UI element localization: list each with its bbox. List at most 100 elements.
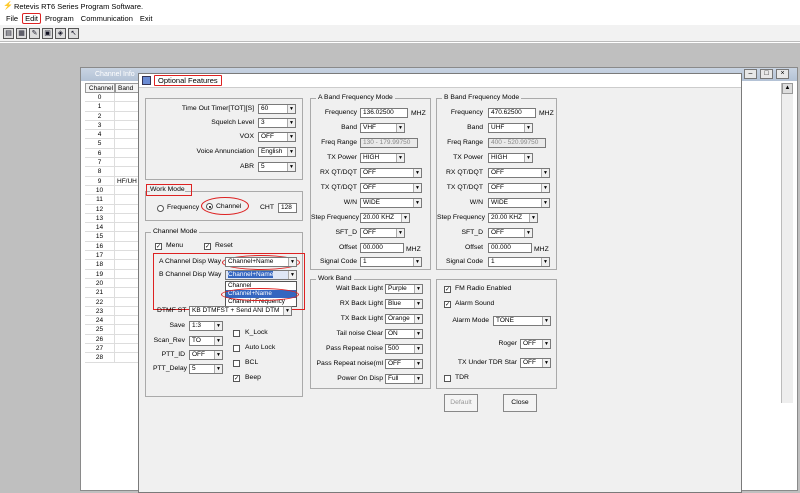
tx-light-select[interactable]: Orange ▼ xyxy=(385,314,423,324)
tdr-star-select[interactable]: OFF ▼ xyxy=(520,358,551,368)
alarm-mode-select[interactable]: TONE ▼ xyxy=(493,316,551,326)
menu-edit[interactable]: Edit xyxy=(22,13,42,24)
channel-radio-label[interactable]: Channel xyxy=(216,203,241,210)
a-disp-select[interactable]: Channel+Name ▼ xyxy=(225,257,297,267)
tot-select[interactable]: 60 ▼ xyxy=(258,104,296,114)
channel-number-cell[interactable]: 7 xyxy=(85,158,115,168)
reset-checkbox-label[interactable]: Reset xyxy=(215,242,233,249)
b-power-select[interactable]: HIGH ▼ xyxy=(488,153,533,163)
minimize-icon[interactable]: – xyxy=(744,69,757,79)
b-step-select[interactable]: 20.00 KHZ ▼ xyxy=(488,213,538,223)
menu-communication[interactable]: Communication xyxy=(78,13,136,24)
k-lock-checkbox[interactable] xyxy=(233,330,240,337)
b-sft-select[interactable]: OFF ▼ xyxy=(488,228,533,238)
squelch-select[interactable]: 3 ▼ xyxy=(258,118,296,128)
ptt-id-select[interactable]: OFF ▼ xyxy=(189,350,223,360)
channel-number-cell[interactable]: 6 xyxy=(85,148,115,159)
write-radio-icon[interactable]: ◈ xyxy=(55,27,66,39)
beep-label[interactable]: Beep xyxy=(245,374,261,381)
cht-field[interactable]: 128 xyxy=(278,203,297,213)
tail-noise-select[interactable]: ON ▼ xyxy=(385,329,423,339)
alarm-sound-label[interactable]: Alarm Sound xyxy=(455,300,494,307)
auto-lock-checkbox[interactable] xyxy=(233,345,240,352)
menu-exit[interactable]: Exit xyxy=(137,13,156,24)
b-tx-select[interactable]: OFF ▼ xyxy=(488,183,550,193)
table-row[interactable]: 23 xyxy=(85,306,141,317)
channel-number-cell[interactable]: 4 xyxy=(85,130,115,140)
menu-checkbox[interactable]: ✓ xyxy=(155,243,162,250)
a-rx-select[interactable]: OFF ▼ xyxy=(360,168,422,178)
table-row[interactable]: 11 xyxy=(85,195,141,205)
a-band-select[interactable]: VHF ▼ xyxy=(360,123,405,133)
channel-number-cell[interactable]: 1 xyxy=(85,102,115,112)
channel-number-cell[interactable]: 25 xyxy=(85,325,115,335)
ptt-delay-select[interactable]: 5 ▼ xyxy=(189,364,223,374)
channel-number-cell[interactable]: 17 xyxy=(85,251,115,261)
a-signal-select[interactable]: 1 ▼ xyxy=(360,257,422,267)
table-row[interactable]: 14 xyxy=(85,223,141,233)
scan-rev-select[interactable]: TO ▼ xyxy=(189,336,223,346)
table-row[interactable]: 21 xyxy=(85,288,141,298)
table-row[interactable]: 17 xyxy=(85,251,141,261)
table-row[interactable]: 25 xyxy=(85,325,141,335)
close-button[interactable]: Close xyxy=(503,394,537,412)
table-row[interactable]: 12 xyxy=(85,204,141,214)
bcl-label[interactable]: BCL xyxy=(245,359,258,366)
channel-number-cell[interactable]: 10 xyxy=(85,185,115,196)
abr-select[interactable]: 5 ▼ xyxy=(258,162,296,172)
alarm-sound-checkbox[interactable]: ✓ xyxy=(444,301,451,308)
table-row[interactable]: 2 xyxy=(85,111,141,121)
a-sft-select[interactable]: OFF ▼ xyxy=(360,228,405,238)
table-row[interactable]: 7 xyxy=(85,158,141,168)
pass-repeat2-select[interactable]: OFF ▼ xyxy=(385,359,423,369)
close-icon[interactable]: × xyxy=(776,69,789,79)
table-row[interactable]: 24 xyxy=(85,316,141,326)
open-icon[interactable]: ▦ xyxy=(16,27,27,39)
table-row[interactable]: 8 xyxy=(85,167,141,177)
channel-number-cell[interactable]: 18 xyxy=(85,260,115,270)
channel-number-cell[interactable]: 5 xyxy=(85,139,115,149)
k-lock-label[interactable]: K_Lock xyxy=(245,329,268,336)
menu-checkbox-label[interactable]: Menu xyxy=(166,242,183,249)
roger-select[interactable]: OFF ▼ xyxy=(520,339,551,349)
menu-file[interactable]: File xyxy=(3,13,21,24)
help-icon[interactable]: ↖ xyxy=(68,27,79,39)
vox-select[interactable]: OFF ▼ xyxy=(258,132,296,142)
channel-number-cell[interactable]: 9 xyxy=(85,176,115,186)
default-button[interactable]: Default xyxy=(444,394,478,412)
table-row[interactable]: 1 xyxy=(85,102,141,112)
channel-scrollbar[interactable]: ▲ xyxy=(781,83,793,403)
channel-number-cell[interactable]: 20 xyxy=(85,278,115,289)
table-row[interactable]: 27 xyxy=(85,344,141,354)
table-row[interactable]: 22 xyxy=(85,297,141,307)
pass-repeat-select[interactable]: 500 ▼ xyxy=(385,344,423,354)
channel-number-cell[interactable]: 24 xyxy=(85,316,115,326)
table-row[interactable]: 5 xyxy=(85,139,141,149)
maximize-icon[interactable]: □ xyxy=(760,69,773,79)
frequency-radio-label[interactable]: Frequency xyxy=(167,204,199,211)
table-row[interactable]: 26 xyxy=(85,334,141,345)
read-radio-icon[interactable]: ▣ xyxy=(42,27,53,39)
channel-number-cell[interactable]: 19 xyxy=(85,269,115,279)
table-row[interactable]: 15 xyxy=(85,232,141,242)
tdr-label[interactable]: TDR xyxy=(455,374,469,381)
power-on-select[interactable]: Full ▼ xyxy=(385,374,423,384)
b-band-select[interactable]: UHF ▼ xyxy=(488,123,533,133)
channel-number-cell[interactable]: 12 xyxy=(85,204,115,214)
beep-checkbox[interactable]: ✓ xyxy=(233,375,240,382)
auto-lock-label[interactable]: Auto Lock xyxy=(245,344,275,351)
channel-number-cell[interactable]: 26 xyxy=(85,334,115,345)
channel-radio[interactable] xyxy=(206,203,213,210)
table-row[interactable]: 13 xyxy=(85,213,141,224)
b-frequency-field[interactable]: 470.62500 xyxy=(488,108,536,118)
table-row[interactable]: 28 xyxy=(85,353,141,363)
channel-number-cell[interactable]: 2 xyxy=(85,111,115,121)
frequency-radio[interactable] xyxy=(157,205,164,212)
table-row[interactable]: 10 xyxy=(85,185,141,196)
fm-radio-checkbox[interactable]: ✓ xyxy=(444,286,451,293)
a-frequency-field[interactable]: 136.02500 xyxy=(360,108,408,118)
save-select[interactable]: 1:3 ▼ xyxy=(189,321,223,331)
table-row[interactable]: 6 xyxy=(85,148,141,159)
channel-number-cell[interactable]: 8 xyxy=(85,167,115,177)
col-channel[interactable]: Channel xyxy=(85,83,115,93)
